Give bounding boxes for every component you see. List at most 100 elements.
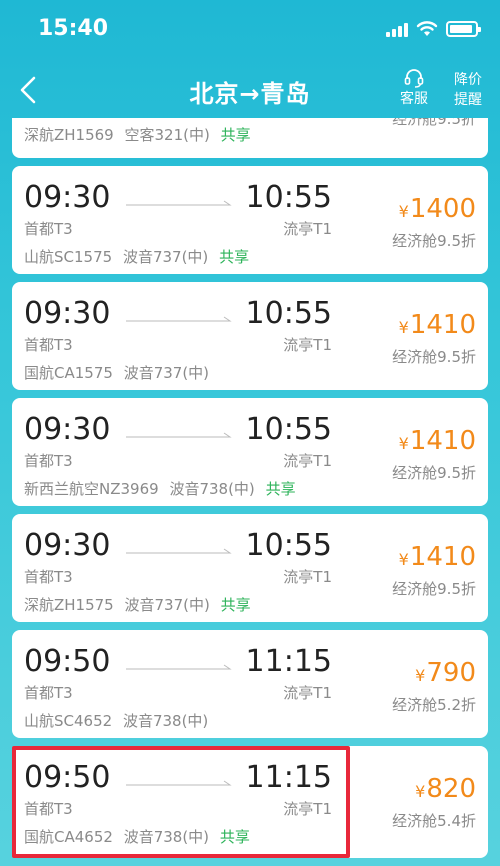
codeshare-badge: 共享	[219, 828, 250, 846]
customer-service-label: 客服	[400, 91, 428, 107]
price-drop-alert-button[interactable]: 降价 提醒	[446, 70, 490, 110]
arrival-time: 11:15	[245, 760, 332, 795]
cellular-signal-icon	[386, 21, 408, 37]
flight-number: 新西兰航空NZ3969	[24, 480, 159, 498]
status-icons	[386, 20, 481, 38]
flight-card[interactable]: 09:30 10:55 首都T3 流亭T1 深航ZH1575 波音737(中) …	[12, 514, 488, 622]
price: ¥1410	[399, 426, 476, 456]
flight-info: 深航ZH1569 空客321(中) 共享	[24, 124, 251, 145]
cabin-discount: 经济舱9.5折	[392, 580, 476, 598]
arrival-airport: 流亭T1	[283, 336, 332, 354]
departure-time: 09:30	[24, 180, 111, 215]
flight-number: 国航CA4652	[24, 828, 113, 846]
departure-airport: 首都T3	[24, 336, 73, 354]
flight-info: 山航SC1575 波音737(中) 共享	[24, 246, 249, 267]
flight-number: 深航ZH1569	[24, 126, 114, 144]
flight-arrow-icon	[126, 548, 232, 554]
aircraft-type: 波音737(中)	[124, 596, 210, 614]
price-value: 790	[426, 658, 476, 688]
flight-arrow-icon	[126, 432, 232, 438]
arrival-airport: 流亭T1	[283, 800, 332, 818]
price: ¥1410	[399, 542, 476, 572]
price: ¥1400	[399, 194, 476, 224]
cabin-discount: 经济舱9.5折	[392, 118, 476, 128]
arrival-airport: 流亭T1	[283, 452, 332, 470]
price-value: 1400	[409, 194, 476, 224]
price: ¥820	[415, 774, 476, 804]
aircraft-type: 波音738(中)	[123, 828, 210, 846]
codeshare-badge: 共享	[265, 480, 296, 498]
departure-time: 09:30	[24, 296, 111, 331]
flight-number: 山航SC4652	[24, 712, 113, 730]
codeshare-badge: 共享	[219, 248, 250, 266]
price-value: 820	[426, 774, 476, 804]
flight-arrow-icon	[126, 316, 232, 322]
departure-time: 09:30	[24, 528, 111, 563]
flight-arrow-icon	[126, 664, 232, 670]
status-time: 15:40	[38, 16, 109, 41]
departure-time: 09:30	[24, 412, 111, 447]
aircraft-type: 波音738(中)	[169, 480, 255, 498]
codeshare-badge: 共享	[220, 126, 251, 144]
nav-bar: 北京→青岛 客服 降价 提醒	[0, 62, 500, 118]
arrival-time: 11:15	[245, 644, 332, 679]
flight-card[interactable]: 09:50 11:15 首都T3 流亭T1 山航SC4652 波音738(中) …	[12, 630, 488, 738]
currency-symbol: ¥	[398, 550, 409, 569]
currency-symbol: ¥	[415, 666, 426, 685]
price-drop-label-line2: 提醒	[454, 92, 482, 108]
status-bar: 15:40	[0, 0, 500, 62]
departure-airport: 首都T3	[24, 452, 73, 470]
price-value: 1410	[409, 310, 476, 340]
arrival-time: 10:55	[245, 296, 332, 331]
battery-icon	[446, 21, 481, 37]
arrival-airport: 流亭T1	[283, 684, 332, 702]
arrival-time: 10:55	[245, 412, 332, 447]
departure-time: 09:50	[24, 760, 111, 795]
departure-airport: 首都T3	[24, 684, 73, 702]
flight-card[interactable]: 09:30 10:55 首都T3 流亭T1 国航CA1575 波音737(中) …	[12, 282, 488, 390]
flight-info: 国航CA1575 波音737(中)	[24, 362, 209, 383]
flight-card[interactable]: 深航ZH1569 空客321(中) 共享 经济舱9.5折	[12, 118, 488, 158]
departure-airport: 首都T3	[24, 800, 73, 818]
arrival-airport: 流亭T1	[283, 220, 332, 238]
wifi-icon	[416, 21, 438, 36]
flight-card[interactable]: 09:30 10:55 首都T3 流亭T1 山航SC1575 波音737(中) …	[12, 166, 488, 274]
currency-symbol: ¥	[398, 434, 409, 453]
aircraft-type: 空客321(中)	[124, 126, 210, 144]
flight-info: 国航CA4652 波音738(中) 共享	[24, 826, 250, 847]
flight-card[interactable]: 09:30 10:55 首都T3 流亭T1 新西兰航空NZ3969 波音738(…	[12, 398, 488, 506]
flight-card[interactable]: 09:50 11:15 首都T3 流亭T1 国航CA4652 波音738(中) …	[12, 746, 488, 858]
arrival-time: 10:55	[245, 180, 332, 215]
codeshare-badge: 共享	[220, 596, 251, 614]
price: ¥1410	[399, 310, 476, 340]
flight-number: 国航CA1575	[24, 364, 113, 382]
cabin-discount: 经济舱9.5折	[392, 348, 476, 366]
price-value: 1410	[409, 542, 476, 572]
flight-info: 山航SC4652 波音738(中)	[24, 710, 208, 731]
customer-service-button[interactable]: 客服	[392, 68, 436, 108]
departure-time: 09:50	[24, 644, 111, 679]
price-drop-label-line1: 降价	[454, 72, 482, 88]
currency-symbol: ¥	[398, 202, 409, 221]
price-value: 1410	[409, 426, 476, 456]
price: ¥790	[415, 658, 476, 688]
flight-info: 深航ZH1575 波音737(中) 共享	[24, 594, 251, 615]
flight-number: 深航ZH1575	[24, 596, 114, 614]
aircraft-type: 波音738(中)	[122, 712, 209, 730]
flight-list: 深航ZH1569 空客321(中) 共享 经济舱9.5折 09:30 10:55…	[0, 118, 500, 866]
currency-symbol: ¥	[398, 318, 409, 337]
cabin-discount: 经济舱5.4折	[392, 812, 476, 830]
cabin-discount: 经济舱9.5折	[392, 464, 476, 482]
flight-number: 山航SC1575	[24, 248, 113, 266]
arrival-time: 10:55	[245, 528, 332, 563]
headset-icon	[404, 69, 424, 88]
departure-airport: 首都T3	[24, 220, 73, 238]
cabin-discount: 经济舱9.5折	[392, 232, 476, 250]
cabin-discount: 经济舱5.2折	[392, 696, 476, 714]
flight-arrow-icon	[126, 780, 232, 786]
flight-arrow-icon	[126, 200, 232, 206]
aircraft-type: 波音737(中)	[122, 248, 209, 266]
flight-info: 新西兰航空NZ3969 波音738(中) 共享	[24, 478, 296, 499]
departure-airport: 首都T3	[24, 568, 73, 586]
currency-symbol: ¥	[415, 782, 426, 801]
